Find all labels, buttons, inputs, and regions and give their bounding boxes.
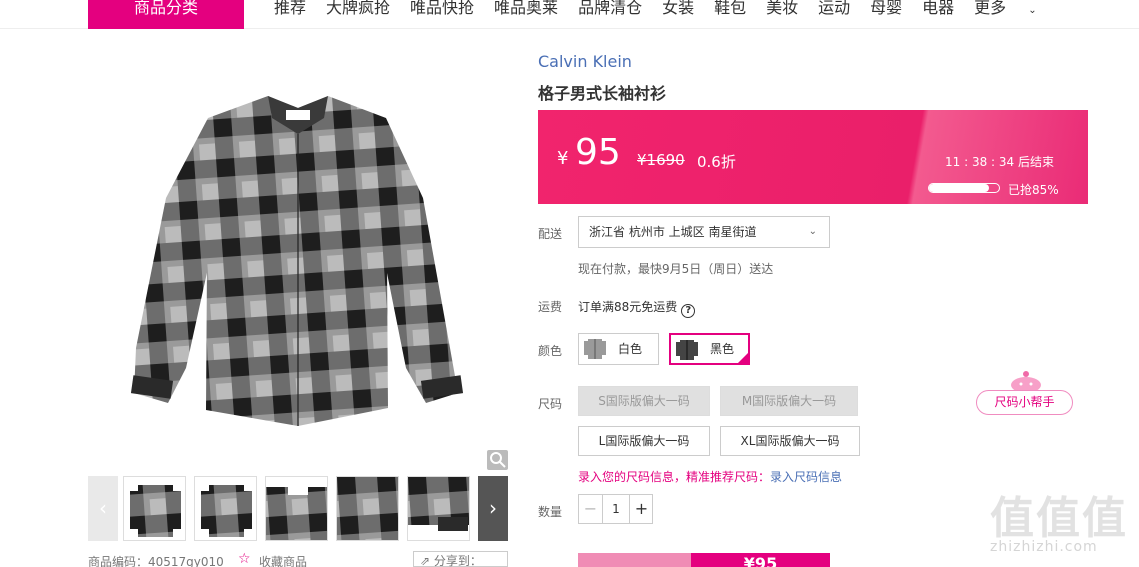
size-option-l[interactable]: L国际版偏大一码 — [578, 426, 710, 456]
size-option-m[interactable]: M国际版偏大一码 — [720, 386, 858, 416]
color-label: 颜色 — [538, 344, 563, 358]
plaid-shirt-image — [130, 96, 464, 426]
currency-symbol: ¥ — [557, 148, 569, 169]
price-banner: ¥ 95 ¥1690 0.6折 11 : 38 : 34 后结束 已抢85% — [538, 110, 1088, 204]
color-name: 黑色 — [710, 342, 735, 356]
category-menu-button[interactable]: 商品分类 — [88, 0, 244, 29]
sold-progress-text: 已抢85% — [1008, 183, 1059, 197]
buy-now-button[interactable]: ¥95 — [691, 553, 830, 567]
product-code: 商品编码：40517gy010 — [88, 555, 224, 567]
color-option-white[interactable]: 白色 — [578, 333, 659, 365]
watermark-site: zhizhizhi.com — [990, 539, 1098, 555]
nav-item-baby[interactable]: 母婴 — [870, 0, 902, 20]
add-to-cart-button[interactable] — [578, 553, 691, 567]
original-price: ¥1690 — [637, 151, 685, 169]
nav-links: 推荐 大牌疯抢 唯品快抢 唯品奥莱 品牌清仓 女装 鞋包 美妆 运动 母婴 电器… — [274, 0, 1077, 20]
share-button[interactable]: ⇗ 分享到： — [413, 551, 508, 567]
size-helper-mascot-icon — [1011, 371, 1041, 392]
site-watermark: 值值值 zhizhizhi.com — [988, 482, 1132, 562]
size-recommend-link[interactable]: 录入尺码信息 — [770, 470, 842, 484]
nav-item-outlet[interactable]: 唯品奥莱 — [494, 0, 558, 20]
watermark-logo: 值值值 — [990, 493, 1128, 544]
chevron-down-icon: ⌄ — [808, 226, 817, 237]
nav-item-beauty[interactable]: 美妆 — [766, 0, 798, 20]
color-option-black[interactable]: 黑色 — [669, 333, 750, 365]
freight-info: 订单满88元免运费? — [578, 298, 696, 318]
delivery-label: 配送 — [538, 227, 563, 241]
nav-item-shoes-bags[interactable]: 鞋包 — [714, 0, 746, 20]
size-recommend-row: 录入您的尺码信息，精准推荐尺码：录入尺码信息 — [578, 468, 842, 485]
favorite-link[interactable]: 收藏商品 — [259, 553, 307, 567]
nav-item-flash-sale[interactable]: 唯品快抢 — [410, 0, 474, 20]
quantity-label: 数量 — [538, 505, 563, 519]
quantity-increase-button[interactable]: + — [629, 495, 653, 523]
sold-progress-bar — [928, 183, 1000, 193]
quantity-decrease-button[interactable]: − — [579, 495, 603, 523]
thumbnail[interactable] — [407, 476, 470, 541]
size-helper-button[interactable]: 尺码小帮手 — [976, 390, 1073, 415]
size-option-s[interactable]: S国际版偏大一码 — [578, 386, 710, 416]
chevron-down-icon: ⌄ — [1028, 5, 1037, 16]
nav-item-recommend[interactable]: 推荐 — [274, 0, 306, 20]
nav-item-more[interactable]: 更多 ⌄ — [974, 0, 1056, 20]
current-price: 95 — [575, 132, 621, 173]
size-label: 尺码 — [538, 397, 563, 411]
share-icon: ⇗ — [420, 554, 434, 567]
thumb-prev-arrow-icon[interactable]: ‹ — [88, 476, 118, 541]
thumbnail[interactable] — [336, 476, 399, 541]
countdown-timer: 11 : 38 : 34 后结束 — [945, 155, 1054, 169]
shirt-swatch-icon — [584, 339, 606, 359]
star-icon[interactable]: ☆ — [238, 551, 251, 567]
nav-item-sports[interactable]: 运动 — [818, 0, 850, 20]
product-main-image[interactable] — [88, 48, 508, 468]
thumbnail-strip: ‹ › — [88, 476, 508, 541]
product-meta-row: 商品编码：40517gy010 ☆ 收藏商品 ⇗ 分享到： — [88, 551, 508, 567]
top-nav: 商品分类 推荐 大牌疯抢 唯品快抢 唯品奥莱 品牌清仓 女装 鞋包 美妆 运动 … — [0, 0, 1139, 29]
freight-text: 订单满88元免运费 — [578, 300, 678, 314]
address-select[interactable]: 浙江省 杭州市 上城区 南星街道 ⌄ — [578, 216, 830, 248]
nav-item-clearance[interactable]: 品牌清仓 — [578, 0, 642, 20]
nav-item-appliances[interactable]: 电器 — [922, 0, 954, 20]
shirt-swatch-icon — [676, 340, 698, 360]
delivery-estimate: 现在付款，最快9月5日（周日）送达 — [578, 262, 774, 276]
sold-progress-fill — [929, 184, 989, 192]
size-recommend-text: 录入您的尺码信息，精准推荐尺码： — [578, 470, 771, 484]
nav-item-women[interactable]: 女装 — [662, 0, 694, 20]
thumbnail[interactable] — [265, 476, 328, 541]
address-value: 浙江省 杭州市 上城区 南星街道 — [589, 225, 757, 239]
brand-link[interactable]: Calvin Klein — [538, 52, 632, 71]
thumbnail[interactable] — [194, 476, 257, 541]
discount-label: 0.6折 — [697, 153, 736, 171]
color-name: 白色 — [618, 342, 643, 356]
size-option-xl[interactable]: XL国际版偏大一码 — [720, 426, 860, 456]
quantity-stepper: − 1 + — [578, 494, 653, 524]
thumbnail[interactable] — [123, 476, 186, 541]
product-title: 格子男式长袖衬衫 — [538, 84, 667, 103]
selected-check-icon — [737, 352, 749, 364]
nav-item-brand-rush[interactable]: 大牌疯抢 — [326, 0, 390, 20]
thumb-next-arrow-icon[interactable]: › — [478, 476, 508, 541]
help-icon[interactable]: ? — [681, 304, 696, 318]
freight-label: 运费 — [538, 300, 563, 314]
zoom-icon[interactable] — [487, 450, 508, 470]
buy-bar: ¥95 — [578, 553, 830, 567]
quantity-value[interactable]: 1 — [603, 495, 629, 523]
